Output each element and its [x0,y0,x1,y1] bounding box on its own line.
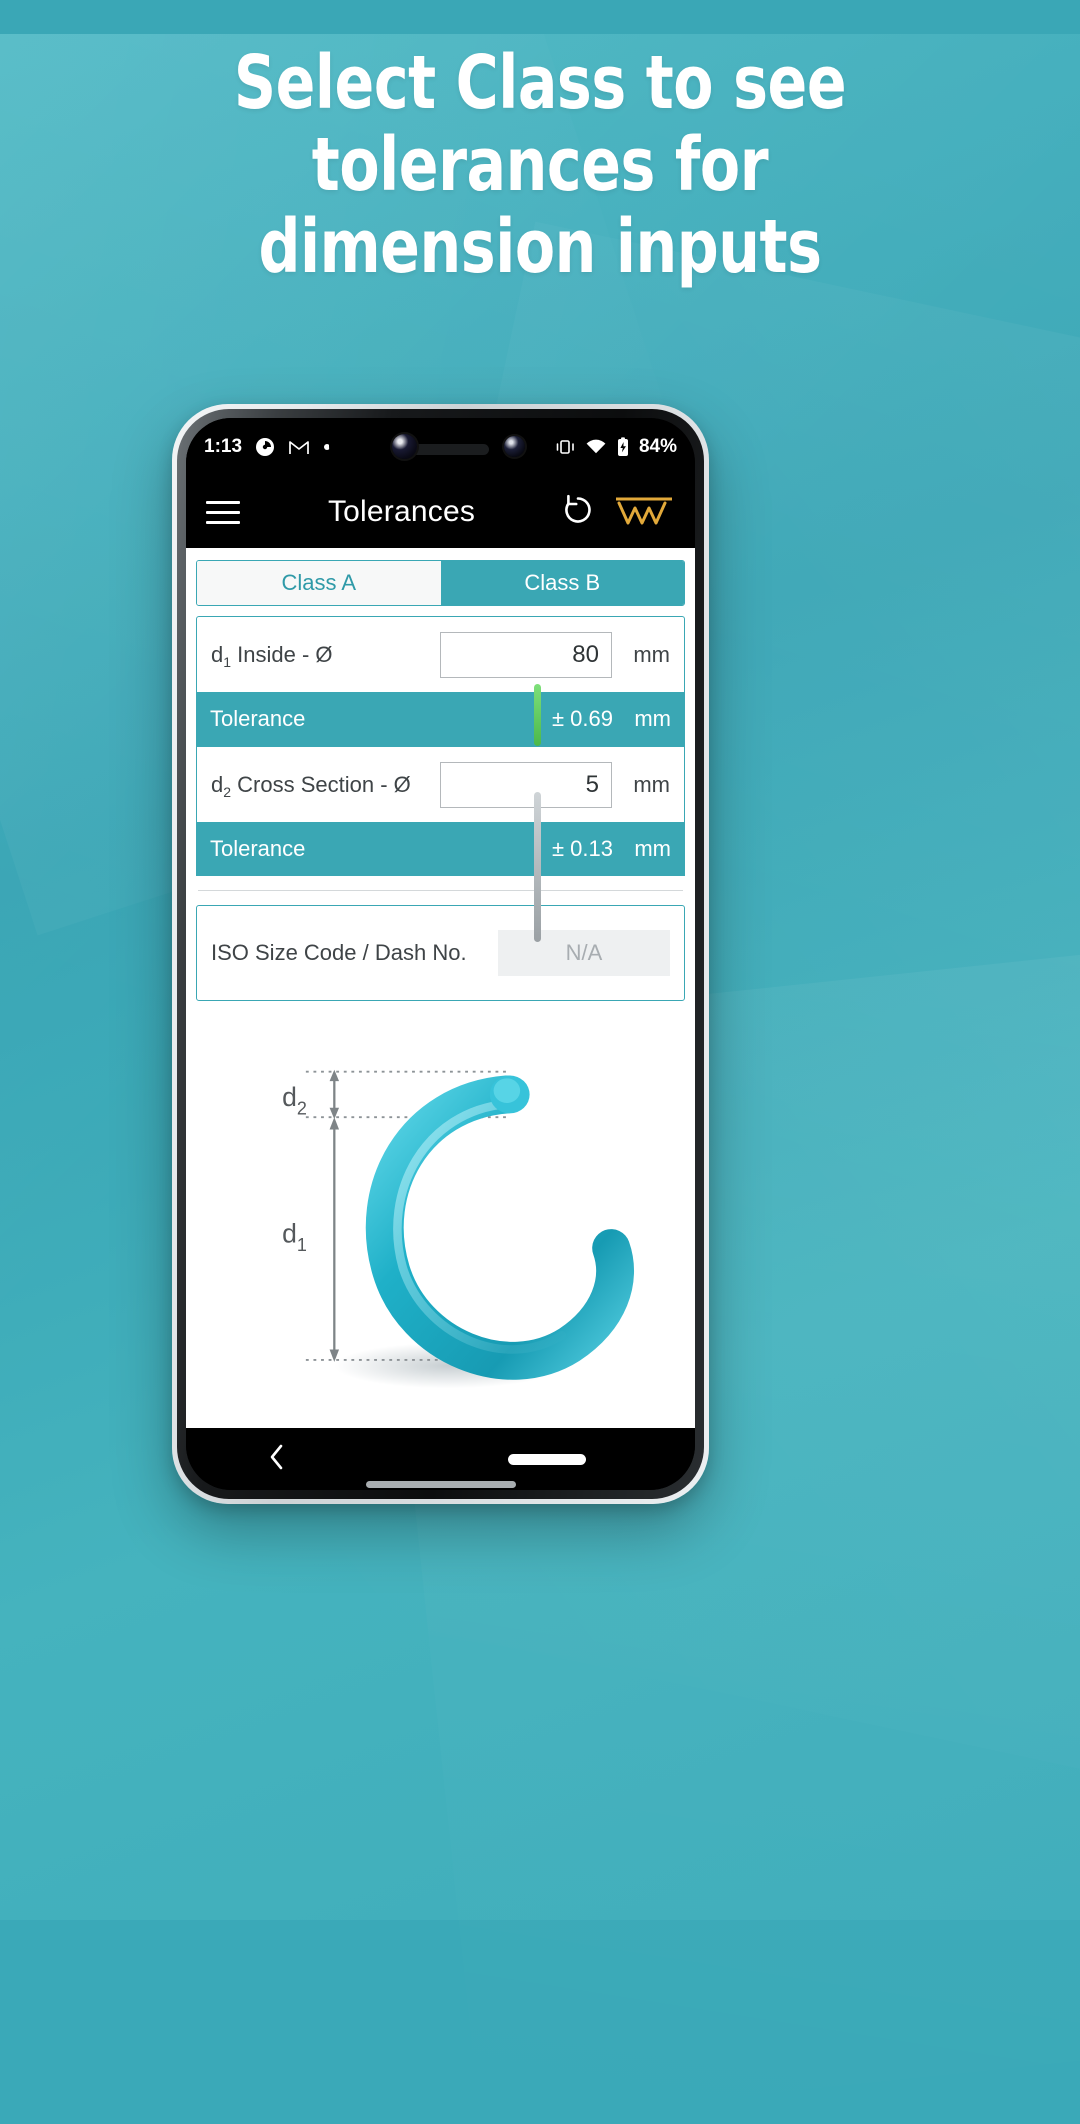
background-top-edge [0,0,1080,34]
app-content: Class A Class B d1 Inside - Ø 80 mm Tole… [186,548,695,1428]
headline-line-3: dimension inputs [258,204,822,290]
home-gesture-pill[interactable] [507,1453,586,1465]
gmail-icon [288,438,310,456]
diagram-label-d2-sub: 2 [297,1098,307,1118]
field-label-d2: d2 Cross Section - Ø [211,771,411,800]
tolerance-unit-d2: mm [634,836,671,861]
tolerance-label-d1: Tolerance [210,706,306,731]
reset-counterclockwise-icon[interactable] [559,491,597,534]
page-title: Tolerances [327,495,476,528]
diagram-label-d1-prefix: d [282,1218,297,1248]
front-camera-icon [392,434,417,459]
unit-d2: mm [633,771,670,797]
iso-size-code-value: N/A [498,930,670,976]
phone-screen: 1:13 84% Tolerances Class A Class B d1 I… [186,418,695,1490]
tolerance-row-d1: Tolerance ± 0.69 mm [196,692,685,746]
iso-size-code-label: ISO Size Code / Dash No. [211,940,467,965]
power-button[interactable] [534,792,541,942]
field-row-d2[interactable]: d2 Cross Section - Ø 5 mm [196,746,685,822]
diagram-label-d1-sub: 1 [297,1235,307,1255]
volume-button[interactable] [534,684,541,746]
tab-class-b[interactable]: Class B [440,561,684,605]
app-bar: Tolerances [186,476,695,548]
tolerance-unit-d1: mm [634,706,671,731]
headline-line-1: Select Class to see [233,40,847,126]
secondary-camera-icon [504,436,525,457]
phone-mockup: 1:13 84% Tolerances Class A Class B d1 I… [172,404,709,1504]
www-brand-logo-icon[interactable] [613,490,675,535]
pocketcasts-icon [255,437,275,457]
o-ring-dimension-diagram: d2 d1 [194,1015,687,1428]
tolerance-row-d2: Tolerance ± 0.13 mm [196,822,685,876]
tolerance-value-d2: ± 0.13 [551,836,613,861]
wifi-icon [585,438,607,456]
dimension-fields: d1 Inside - Ø 80 mm Tolerance ± 0.69 mm … [196,616,685,876]
hamburger-menu-icon[interactable] [206,500,240,524]
status-time: 1:13 [204,436,243,457]
iso-size-code-row: ISO Size Code / Dash No. N/A [196,905,685,1001]
app-bar-actions [559,490,675,535]
headline-line-2: tolerances for [311,122,769,208]
input-d2-cross-section[interactable]: 5 [440,761,612,808]
bottom-speaker-grille [365,1481,516,1488]
unit-d1: mm [633,641,670,667]
field-row-d1[interactable]: d1 Inside - Ø 80 mm [196,616,685,692]
status-bar: 1:13 84% [186,418,695,476]
phone-frame: 1:13 84% Tolerances Class A Class B d1 I… [177,409,704,1499]
status-bar-left: 1:13 [204,436,331,458]
promo-headline: Select Class to see tolerances for dimen… [65,42,1015,288]
chevron-left-icon[interactable] [265,1442,289,1477]
vibrate-icon [554,438,576,456]
tolerance-label-d2: Tolerance [210,836,306,861]
tab-class-a[interactable]: Class A [197,561,441,605]
class-segmented-control[interactable]: Class A Class B [196,560,685,606]
tolerance-value-d1: ± 0.69 [551,706,613,731]
diagram-label-d2-prefix: d [282,1082,297,1112]
section-divider [198,890,683,891]
battery-percent: 84% [638,436,677,457]
svg-text:d2: d2 [282,1082,307,1119]
status-bar-right: 84% [554,436,677,458]
battery-charging-icon [616,437,630,457]
field-label-d1: d1 Inside - Ø [211,641,333,670]
input-d1-inside-diameter[interactable]: 80 [440,631,612,678]
svg-text:d1: d1 [282,1218,307,1255]
